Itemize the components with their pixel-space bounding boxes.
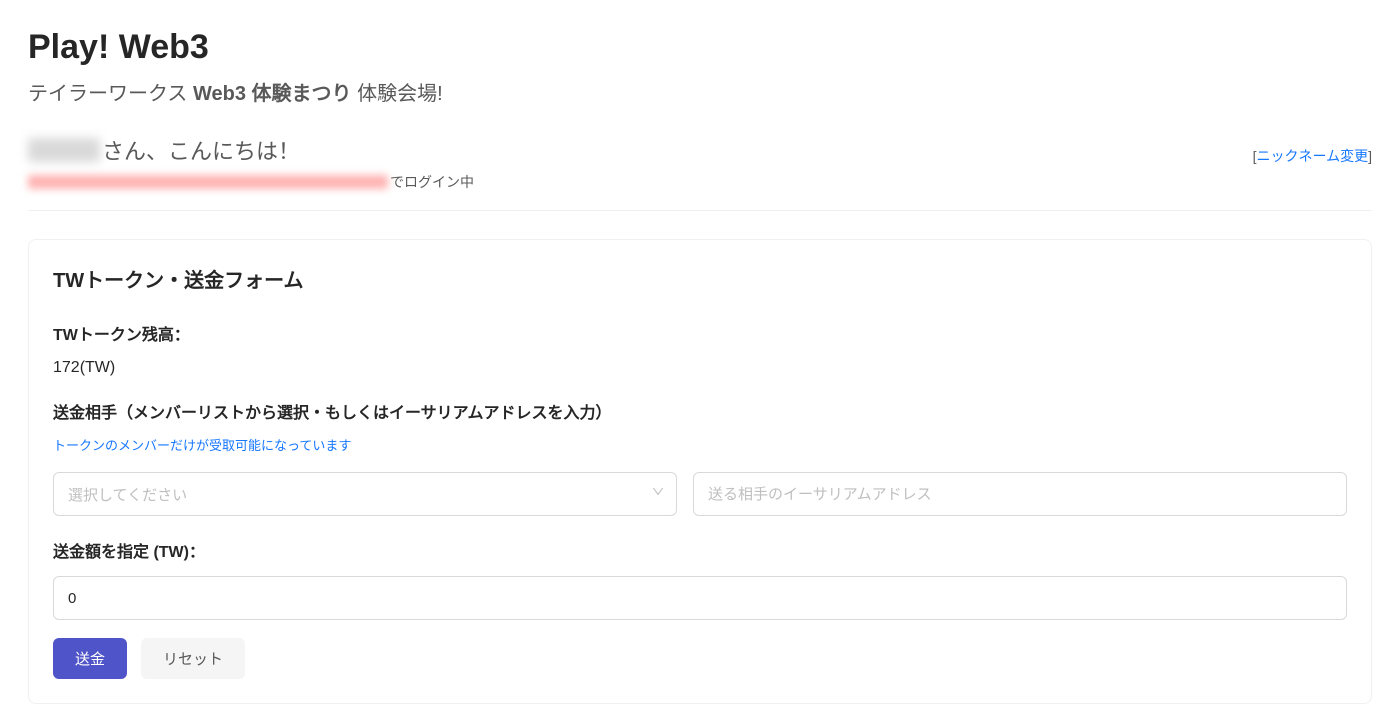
nickname-change-wrapper: [ニックネーム変更] xyxy=(1253,146,1372,166)
recipient-label: 送金相手（メンバーリストから選択・もしくはイーサリアムアドレスを入力） xyxy=(53,399,1347,423)
transfer-form-card: TWトークン・送金フォーム TWトークン残高： 172(TW) 送金相手（メンバ… xyxy=(28,239,1372,704)
divider xyxy=(28,210,1372,211)
user-name-blurred xyxy=(28,138,100,162)
balance-label: TWトークン残高： xyxy=(53,321,1347,345)
amount-input[interactable] xyxy=(53,576,1347,620)
page-subtitle: テイラーワークス Web3 体験まつり 体験会場! xyxy=(28,77,1372,106)
button-row: 送金 リセット xyxy=(53,638,1347,679)
subtitle-prefix: テイラーワークス xyxy=(28,83,193,105)
greeting: さん、こんにちは！ xyxy=(28,134,300,166)
subtitle-suffix: 体験会場! xyxy=(352,83,443,105)
page-title: Play! Web3 xyxy=(28,28,1372,67)
recipient-input-row: 選択してください xyxy=(53,472,1347,516)
subtitle-bold: Web3 体験まつり xyxy=(193,83,352,105)
recipient-select-wrapper: 選択してください xyxy=(53,472,677,516)
recipient-select[interactable]: 選択してください xyxy=(53,472,677,516)
wallet-address-blurred xyxy=(28,175,388,189)
member-note-link[interactable]: トークンのメンバーだけが受取可能になっています xyxy=(53,435,351,454)
login-suffix: でログイン中 xyxy=(390,172,474,192)
balance-value: 172(TW) xyxy=(53,359,1347,377)
reset-button[interactable]: リセット xyxy=(141,638,245,679)
nickname-change-link[interactable]: ニックネーム変更 xyxy=(1257,148,1369,164)
amount-label: 送金額を指定 (TW)： xyxy=(53,538,1347,562)
greeting-suffix: さん、こんにちは！ xyxy=(102,134,300,166)
login-status: でログイン中 xyxy=(28,172,1372,192)
submit-button[interactable]: 送金 xyxy=(53,638,127,679)
greeting-row: さん、こんにちは！ [ニックネーム変更] xyxy=(28,134,1372,166)
recipient-address-input[interactable] xyxy=(693,472,1347,516)
form-title: TWトークン・送金フォーム xyxy=(53,264,1347,293)
